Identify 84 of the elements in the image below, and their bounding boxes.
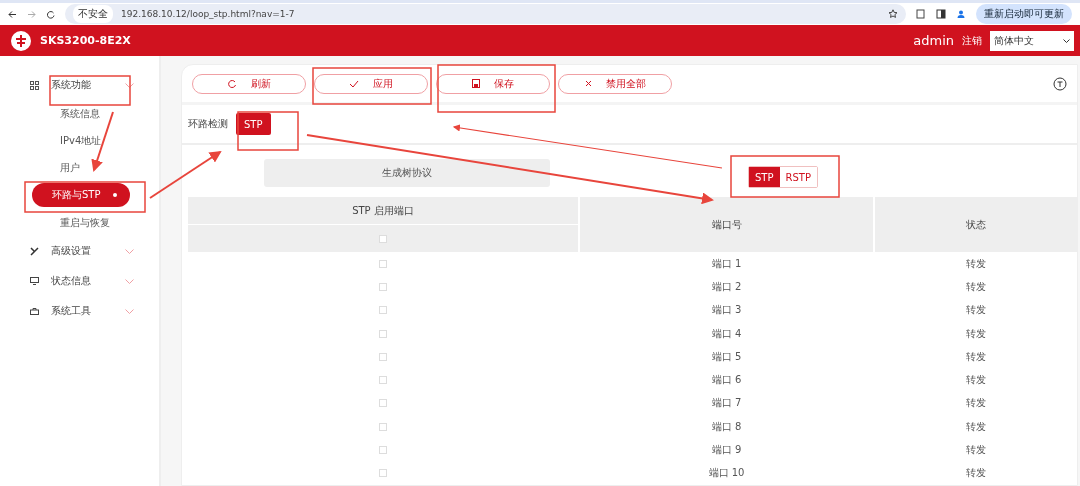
logout-link[interactable]: 注销 (962, 33, 982, 48)
status-cell-text: 转发 (965, 443, 987, 458)
refresh-button[interactable]: 刷新 (192, 73, 306, 94)
status-cell-text: 转发 (965, 373, 987, 388)
menu-item[interactable]: 重启与恢复 (60, 209, 159, 237)
tab-group-label: 环路检测 (188, 117, 228, 132)
port-cell-text: 端口 6 (710, 373, 743, 388)
close-icon (584, 80, 592, 88)
security-chip[interactable]: 不安全 (73, 5, 113, 24)
port-cell-text: 端口 8 (710, 419, 743, 434)
annotation-arrow (91, 111, 114, 172)
save-button[interactable]: 保存 (436, 73, 550, 94)
refresh-icon (227, 78, 237, 89)
user-name: admin (913, 33, 954, 49)
status-cell-text: 转发 (965, 279, 987, 294)
chevron-down-icon (125, 248, 134, 254)
back-icon[interactable] (8, 9, 17, 19)
port-cell-text: 端口 7 (710, 396, 743, 411)
row-checkbox[interactable] (379, 282, 387, 291)
menu-item[interactable]: 环路与STP (32, 183, 130, 208)
disable-button[interactable]: 禁用全部 (558, 73, 672, 94)
profile-icon[interactable] (956, 9, 966, 20)
status-cell-text: 转发 (965, 326, 987, 341)
tools-icon (30, 246, 39, 256)
port-cell-text: 端口 9 (710, 443, 743, 458)
monitor-icon (30, 277, 39, 286)
status-cell-text: 转发 (965, 349, 987, 364)
protocol-toggle[interactable]: STP RSTP (748, 166, 818, 188)
highlight-frame (237, 111, 299, 151)
logo-icon (10, 29, 32, 52)
protocol-option[interactable]: STP (749, 167, 780, 187)
row-checkbox[interactable] (379, 446, 387, 455)
device-model: SKS3200-8E2X (40, 34, 132, 48)
check-icon (349, 79, 359, 88)
dot-icon (112, 193, 117, 198)
apply-button[interactable]: 应用 (314, 73, 428, 94)
chevron-down-icon (125, 278, 134, 284)
select-all-checkbox[interactable] (379, 234, 387, 243)
port-cell-text: 端口 3 (710, 303, 743, 318)
star-icon[interactable] (888, 9, 898, 20)
status-cell-text: 转发 (965, 396, 987, 411)
port-cell-text: 端口 5 (710, 349, 743, 364)
status-cell-text: 转发 (965, 303, 987, 318)
forward-icon[interactable] (27, 9, 36, 19)
row-checkbox[interactable] (379, 399, 387, 408)
port-cell-text: 端口 2 (710, 279, 743, 294)
row-checkbox[interactable] (379, 422, 387, 431)
status-cell-text: 转发 (965, 466, 987, 481)
section-title: 生成树协议 (264, 159, 550, 188)
menu-group[interactable]: 系统功能 (0, 70, 159, 101)
row-checkbox[interactable] (379, 329, 387, 338)
row-checkbox[interactable] (379, 376, 387, 385)
menu-group[interactable]: 状态信息 (0, 266, 159, 297)
column-header: 状态 (875, 197, 1077, 253)
extension-icon[interactable] (916, 9, 926, 20)
tab[interactable]: STP (236, 113, 271, 136)
reload-icon[interactable] (46, 9, 55, 19)
column-header: 端口号 (580, 197, 873, 253)
sidebar-icon[interactable] (936, 9, 946, 20)
column-header: STP 启用端口 (188, 197, 578, 225)
row-checkbox[interactable] (379, 306, 387, 315)
language-select[interactable]: 简体中文 (990, 30, 1074, 51)
menu-group[interactable]: 高级设置 (0, 236, 159, 267)
grid-icon (30, 80, 39, 90)
row-checkbox[interactable] (379, 352, 387, 361)
menu-item[interactable]: IPv4地址 (60, 127, 159, 155)
status-cell-text: 转发 (965, 419, 987, 434)
chevron-down-icon (1063, 38, 1070, 43)
chevron-down-icon (125, 82, 134, 88)
row-checkbox[interactable] (379, 259, 387, 268)
toolbox-icon (30, 307, 39, 315)
help-icon[interactable] (1053, 76, 1067, 91)
menu-item[interactable]: 用户 (60, 154, 159, 182)
status-cell-text: 转发 (965, 256, 987, 271)
port-cell-text: 端口 1 (710, 256, 743, 271)
menu-group[interactable]: 系统工具 (0, 296, 159, 327)
save-icon (472, 79, 480, 89)
update-button[interactable]: 重新启动即可更新 (976, 4, 1072, 25)
port-cell-text: 端口 10 (707, 466, 746, 481)
menu-item[interactable]: 系统信息 (60, 100, 159, 128)
row-checkbox[interactable] (379, 469, 387, 478)
chevron-down-icon (125, 308, 134, 314)
address-text[interactable]: 192.168.10.12/loop_stp.html?nav=1-7 (121, 9, 880, 20)
port-cell-text: 端口 4 (710, 326, 743, 341)
